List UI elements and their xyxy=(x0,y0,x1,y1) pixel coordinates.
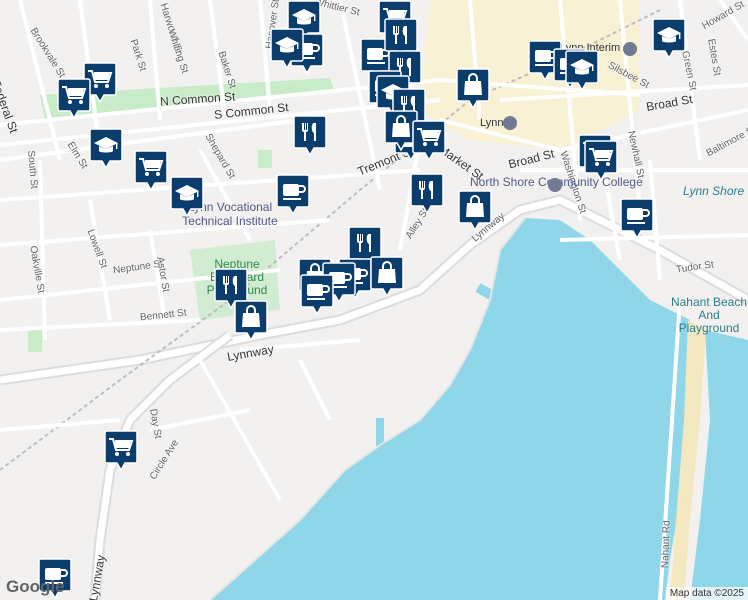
restaurant-marker[interactable] xyxy=(293,115,327,157)
shopping-cart-marker[interactable] xyxy=(584,140,618,182)
school-icon xyxy=(89,128,123,169)
shopping-cart-icon xyxy=(57,78,91,119)
shopping-cart-marker[interactable] xyxy=(412,120,446,162)
shopping-bag-icon xyxy=(370,256,404,297)
shopping-bag-marker[interactable] xyxy=(456,68,490,110)
map-canvas[interactable]: Federal St Brookvale St Harwood St Park … xyxy=(0,0,748,600)
shopping-cart-marker[interactable] xyxy=(104,430,138,472)
coffee-icon xyxy=(276,174,310,215)
shopping-cart-icon xyxy=(104,430,138,471)
shopping-bag-marker[interactable] xyxy=(458,190,492,232)
shopping-bag-marker[interactable] xyxy=(234,300,268,342)
school-marker[interactable] xyxy=(652,18,686,60)
shopping-bag-icon xyxy=(456,68,490,109)
shopping-bag-icon xyxy=(234,300,268,341)
shopping-cart-marker[interactable] xyxy=(57,78,91,120)
shopping-cart-icon xyxy=(134,150,168,191)
school-marker[interactable] xyxy=(270,28,304,70)
shopping-cart-icon xyxy=(412,120,446,161)
restaurant-icon xyxy=(410,173,444,214)
shopping-cart-marker[interactable] xyxy=(134,150,168,192)
train-station-icon xyxy=(503,116,517,130)
school-marker[interactable] xyxy=(565,50,599,92)
coffee-marker[interactable] xyxy=(300,274,334,316)
school-marker[interactable] xyxy=(89,128,123,170)
shopping-cart-icon xyxy=(584,140,618,181)
restaurant-icon xyxy=(293,115,327,156)
google-logo: Google xyxy=(6,577,65,596)
school-marker[interactable] xyxy=(170,176,204,218)
school-icon xyxy=(565,50,599,91)
university-icon xyxy=(548,178,562,192)
restaurant-marker[interactable] xyxy=(410,173,444,215)
coffee-marker[interactable] xyxy=(276,174,310,216)
transit-icon xyxy=(623,42,637,56)
shopping-bag-marker[interactable] xyxy=(370,256,404,298)
coffee-marker[interactable] xyxy=(620,198,654,240)
school-icon xyxy=(270,28,304,69)
school-icon xyxy=(652,18,686,59)
map-attribution[interactable]: Map data ©2025 xyxy=(665,587,748,600)
coffee-icon xyxy=(620,198,654,239)
coffee-icon xyxy=(300,274,334,315)
school-icon xyxy=(170,176,204,217)
shopping-bag-icon xyxy=(458,190,492,231)
